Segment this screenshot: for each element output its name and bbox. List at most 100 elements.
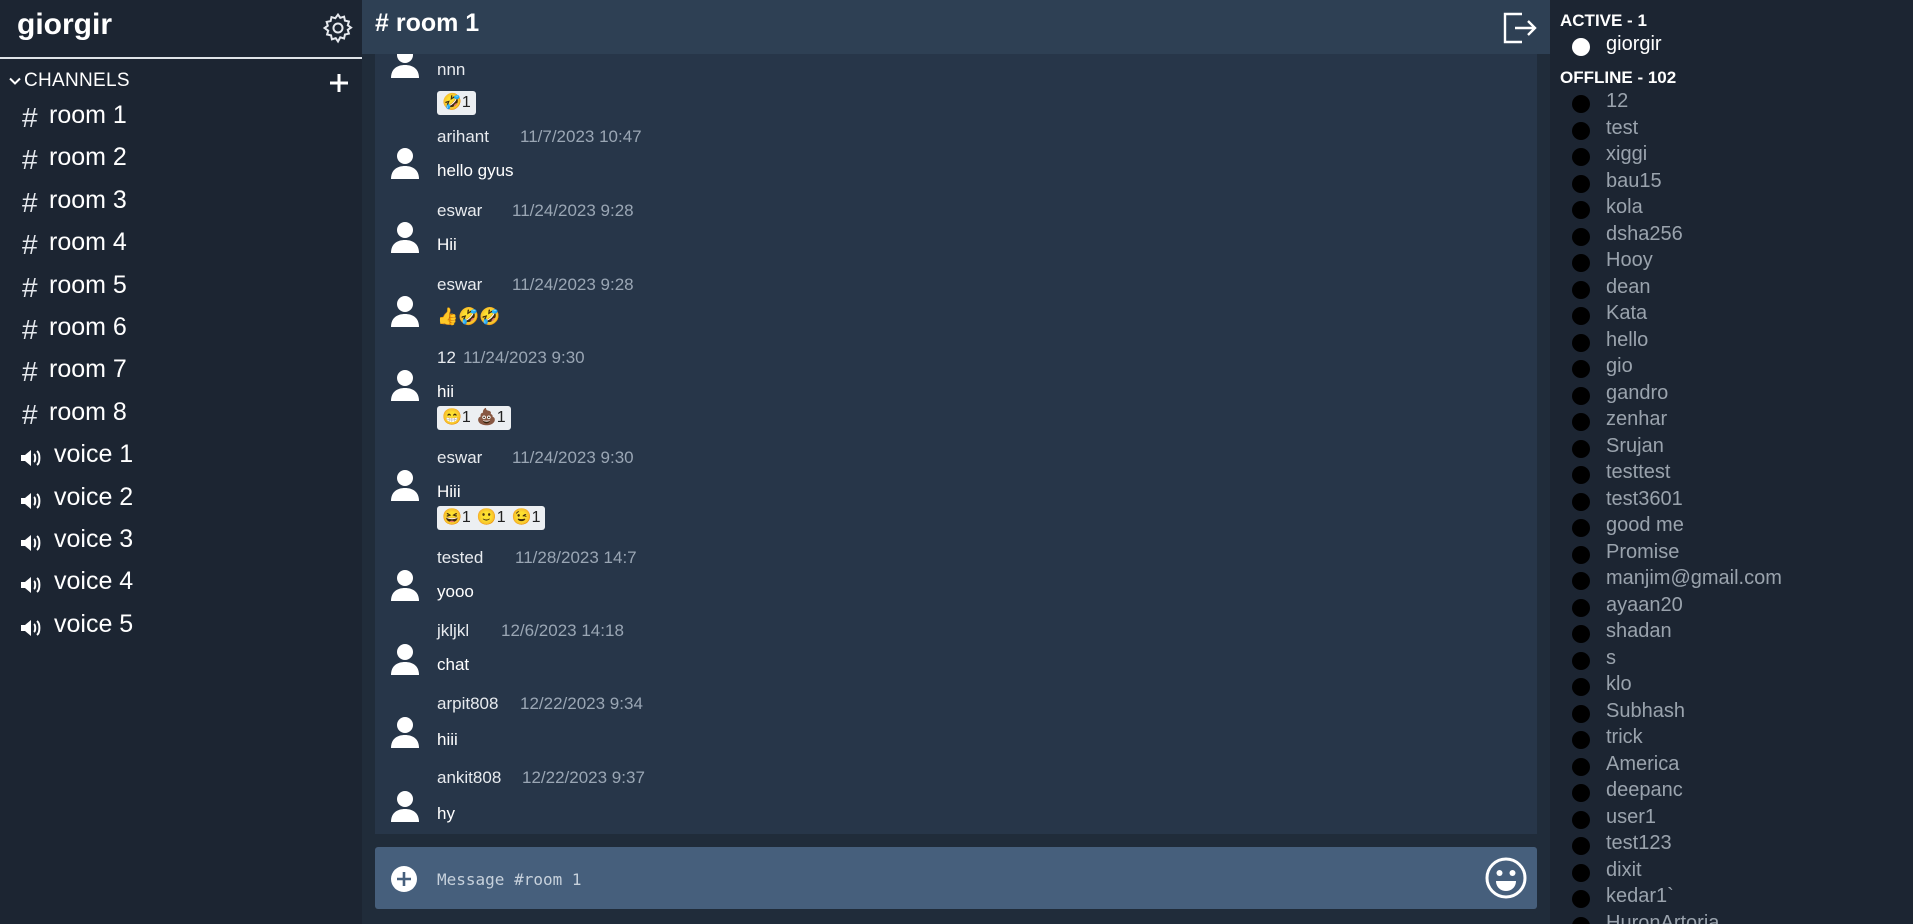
- channel-room-2[interactable]: # room 2: [0, 141, 362, 183]
- message-item: tested 11/28/2023 14:7 yooo: [375, 548, 1515, 618]
- member-name: kedar1`: [1606, 885, 1674, 907]
- member-item[interactable]: testtest: [1572, 461, 1902, 487]
- member-item[interactable]: kola: [1572, 196, 1902, 222]
- chevron-down-icon[interactable]: [8, 74, 22, 88]
- member-item[interactable]: Promise: [1572, 541, 1902, 567]
- member-item[interactable]: manjim@gmail.com: [1572, 567, 1902, 593]
- user-avatar-icon[interactable]: [390, 469, 420, 501]
- member-item[interactable]: hello: [1572, 329, 1902, 355]
- reaction-chip[interactable]: 😁1 💩1: [437, 406, 511, 430]
- message-author[interactable]: eswar: [437, 448, 482, 468]
- reaction-emoji: 🤣: [442, 94, 462, 111]
- member-item[interactable]: gandro: [1572, 382, 1902, 408]
- offline-status-dot: [1572, 386, 1590, 405]
- member-item[interactable]: klo: [1572, 673, 1902, 699]
- member-item[interactable]: test: [1572, 117, 1902, 143]
- member-item[interactable]: trick: [1572, 726, 1902, 752]
- reaction-chip[interactable]: 😆1 🙂1 😉1: [437, 506, 546, 530]
- channel-voice-1[interactable]: voice 1: [0, 438, 362, 480]
- message-author[interactable]: eswar: [437, 275, 482, 295]
- user-avatar-icon[interactable]: [390, 569, 420, 601]
- channel-name: room 8: [49, 397, 127, 426]
- reaction-chip[interactable]: 🤣1: [437, 91, 476, 115]
- channel-room-1[interactable]: # room 1: [0, 99, 362, 141]
- member-name: America: [1606, 752, 1680, 775]
- channel-name: room 6: [49, 312, 127, 341]
- member-name: gandro: [1606, 381, 1669, 404]
- member-item[interactable]: Hooy: [1572, 249, 1902, 275]
- gear-icon[interactable]: [321, 11, 355, 45]
- member-item[interactable]: xiggi: [1572, 143, 1902, 169]
- member-item[interactable]: Kata: [1572, 302, 1902, 328]
- user-avatar-icon[interactable]: [390, 369, 420, 401]
- member-item[interactable]: America: [1572, 753, 1902, 779]
- plus-icon[interactable]: [328, 72, 350, 94]
- member-item[interactable]: kedar1`: [1572, 885, 1902, 911]
- user-avatar-icon[interactable]: [390, 54, 420, 78]
- user-avatar-icon[interactable]: [390, 221, 420, 253]
- message-timestamp: 12/22/2023 9:37: [522, 768, 645, 787]
- member-item[interactable]: dsha256: [1572, 223, 1902, 249]
- offline-status-dot: [1572, 545, 1590, 564]
- member-item[interactable]: deepanc: [1572, 779, 1902, 805]
- hash-icon: #: [22, 398, 38, 430]
- message-author[interactable]: tested: [437, 548, 483, 568]
- message-list[interactable]: nnn 🤣1 arihant 11/7/2023 10:47 hello gyu…: [375, 54, 1537, 834]
- offline-status-dot: [1572, 572, 1590, 590]
- user-avatar-icon[interactable]: [390, 716, 420, 748]
- channel-name: voice 3: [54, 524, 134, 553]
- message-author[interactable]: jkljkl: [437, 621, 469, 641]
- member-item[interactable]: bau15: [1572, 170, 1902, 196]
- member-name: test123: [1606, 832, 1672, 854]
- member-item[interactable]: 12: [1572, 90, 1902, 116]
- user-avatar-icon[interactable]: [390, 147, 420, 179]
- member-item[interactable]: good me: [1572, 514, 1902, 540]
- offline-status-dot: [1572, 863, 1590, 882]
- member-item[interactable]: ayaan20: [1572, 594, 1902, 620]
- member-item[interactable]: giorgir: [1572, 33, 1902, 59]
- user-avatar-icon[interactable]: [390, 790, 420, 822]
- message-timestamp: 11/24/2023 9:28: [512, 201, 634, 220]
- channel-room-5[interactable]: # room 5: [0, 269, 362, 311]
- user-avatar-icon[interactable]: [390, 643, 420, 675]
- hash-icon: #: [22, 229, 38, 261]
- channel-room-8[interactable]: # room 8: [0, 396, 362, 438]
- member-item[interactable]: dixit: [1572, 859, 1902, 885]
- plus-circle-icon[interactable]: [390, 865, 418, 893]
- channel-room-4[interactable]: # room 4: [0, 226, 362, 268]
- message-author[interactable]: arpit808: [437, 694, 498, 714]
- channel-voice-4[interactable]: voice 4: [0, 565, 362, 607]
- message-item: ankit808 12/22/2023 9:37 hy: [375, 768, 1515, 834]
- message-author[interactable]: 12: [437, 348, 456, 368]
- offline-status-dot: [1572, 492, 1590, 511]
- message-author[interactable]: ankit808: [437, 768, 501, 788]
- member-item[interactable]: test123: [1572, 832, 1902, 858]
- smiley-icon[interactable]: [1485, 857, 1527, 899]
- member-item[interactable]: HuronArtoria: [1572, 912, 1902, 924]
- channel-voice-2[interactable]: voice 2: [0, 481, 362, 523]
- member-item[interactable]: gio: [1572, 355, 1902, 381]
- member-item[interactable]: s: [1572, 647, 1902, 673]
- member-item[interactable]: zenhar: [1572, 408, 1902, 434]
- message-author[interactable]: nnn: [437, 60, 465, 80]
- member-name: ayaan20: [1606, 593, 1683, 616]
- channel-name: voice 1: [54, 440, 134, 469]
- channel-voice-5[interactable]: voice 5: [0, 608, 362, 650]
- channel-voice-3[interactable]: voice 3: [0, 523, 362, 565]
- message-input[interactable]: [435, 863, 1439, 895]
- member-name: good me: [1606, 514, 1684, 536]
- member-item[interactable]: Subhash: [1572, 700, 1902, 726]
- message-author[interactable]: eswar: [437, 201, 482, 221]
- user-avatar-icon[interactable]: [390, 295, 420, 327]
- member-item[interactable]: shadan: [1572, 620, 1902, 646]
- channel-room-6[interactable]: # room 6: [0, 311, 362, 353]
- member-item[interactable]: dean: [1572, 276, 1902, 302]
- channels-header[interactable]: CHANNELS: [8, 70, 353, 94]
- member-item[interactable]: user1: [1572, 806, 1902, 832]
- member-item[interactable]: test3601: [1572, 488, 1902, 514]
- message-author[interactable]: arihant: [437, 127, 489, 147]
- channel-room-3[interactable]: # room 3: [0, 184, 362, 226]
- member-item[interactable]: Srujan: [1572, 435, 1902, 461]
- logout-icon[interactable]: [1500, 10, 1538, 46]
- channel-room-7[interactable]: # room 7: [0, 353, 362, 395]
